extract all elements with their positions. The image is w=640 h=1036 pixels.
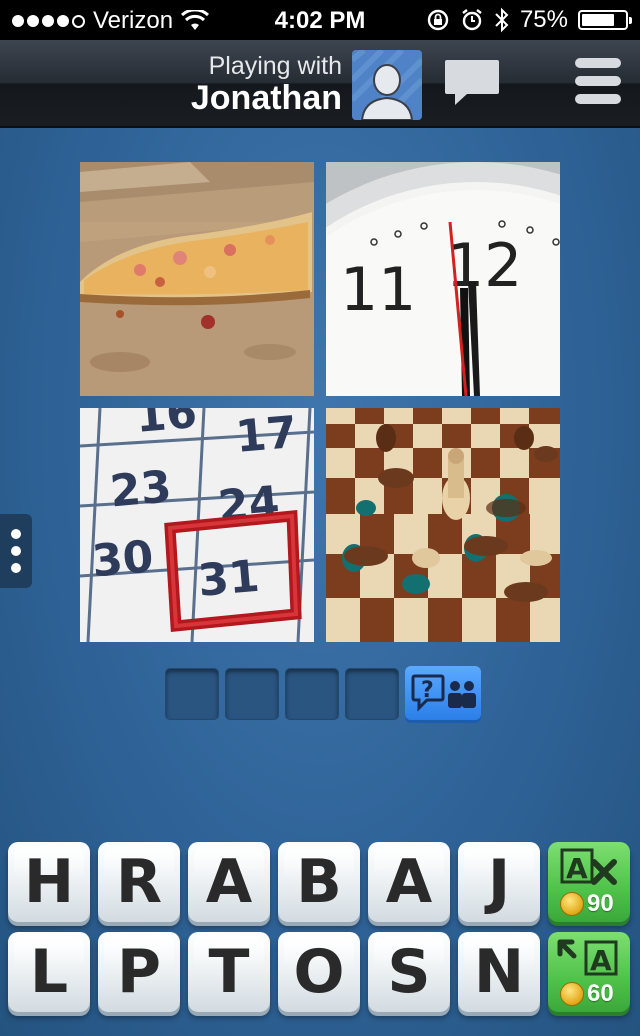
ask-friends-button[interactable]: ? (405, 666, 481, 720)
remove-letters-cost: 90 (587, 890, 614, 917)
calendar-number-23: 23 (108, 461, 173, 517)
clock-number-11: 11 (340, 255, 416, 325)
bluetooth-icon (495, 7, 509, 33)
pizza-slice-photo (80, 162, 314, 396)
letter-key[interactable]: N (458, 932, 540, 1012)
alarm-icon (462, 9, 482, 31)
letter-key[interactable]: L (8, 932, 90, 1012)
remove-letters-button[interactable]: A 90 (548, 842, 630, 922)
answer-slot-2[interactable] (225, 668, 279, 720)
chat-bubble-icon[interactable] (443, 58, 501, 113)
status-bar: Verizon 4:02 PM 75% (0, 0, 640, 40)
calendar-31-photo: 16 17 23 24 30 31 (80, 408, 314, 642)
letter-key[interactable]: S (368, 932, 450, 1012)
letter-key[interactable]: A (368, 842, 450, 922)
letter-key[interactable]: T (188, 932, 270, 1012)
person-avatar-icon[interactable] (352, 50, 422, 120)
opponent-info: Playing with Jonathan (191, 52, 342, 118)
svg-text:A: A (590, 944, 612, 977)
calendar-number-31: 31 (196, 551, 261, 607)
side-drawer-handle[interactable] (0, 514, 32, 588)
reveal-letter-cost: 60 (587, 980, 614, 1007)
coin-icon (560, 892, 584, 916)
letter-key[interactable]: J (458, 842, 540, 922)
letter-key[interactable]: O (278, 932, 360, 1012)
letter-key[interactable]: A (188, 842, 270, 922)
ask-friends-icon: ? (411, 674, 476, 712)
answer-slot-3[interactable] (285, 668, 339, 720)
remove-letter-icon: A (560, 848, 617, 885)
coin-icon (560, 982, 584, 1006)
letter-key[interactable]: R (98, 842, 180, 922)
battery-percent: 75% (519, 6, 568, 33)
hamburger-menu-icon[interactable] (575, 58, 621, 112)
svg-text:?: ? (421, 678, 434, 703)
letter-key[interactable]: P (98, 932, 180, 1012)
svg-text:A: A (566, 852, 588, 885)
rotation-lock-icon (427, 9, 449, 31)
calendar-number-16: 16 (133, 408, 198, 443)
letter-key[interactable]: B (278, 842, 360, 922)
battery-icon (578, 10, 632, 30)
reveal-letter-icon: A (557, 939, 618, 977)
clock-near-twelve-photo: 11 12 (326, 162, 560, 396)
calendar-number-17: 17 (234, 408, 299, 463)
opponent-name: Jonathan (190, 79, 342, 117)
answer-slot-1[interactable] (165, 668, 219, 720)
game-header: Playing with Jonathan (0, 40, 640, 128)
chess-pieces-photo (326, 408, 560, 642)
calendar-number-30: 30 (90, 531, 155, 587)
playing-with-label: Playing with (208, 52, 342, 80)
reveal-letter-button[interactable]: A 60 (548, 932, 630, 1012)
answer-slot-4[interactable] (345, 668, 399, 720)
letter-key[interactable]: H (8, 842, 90, 922)
